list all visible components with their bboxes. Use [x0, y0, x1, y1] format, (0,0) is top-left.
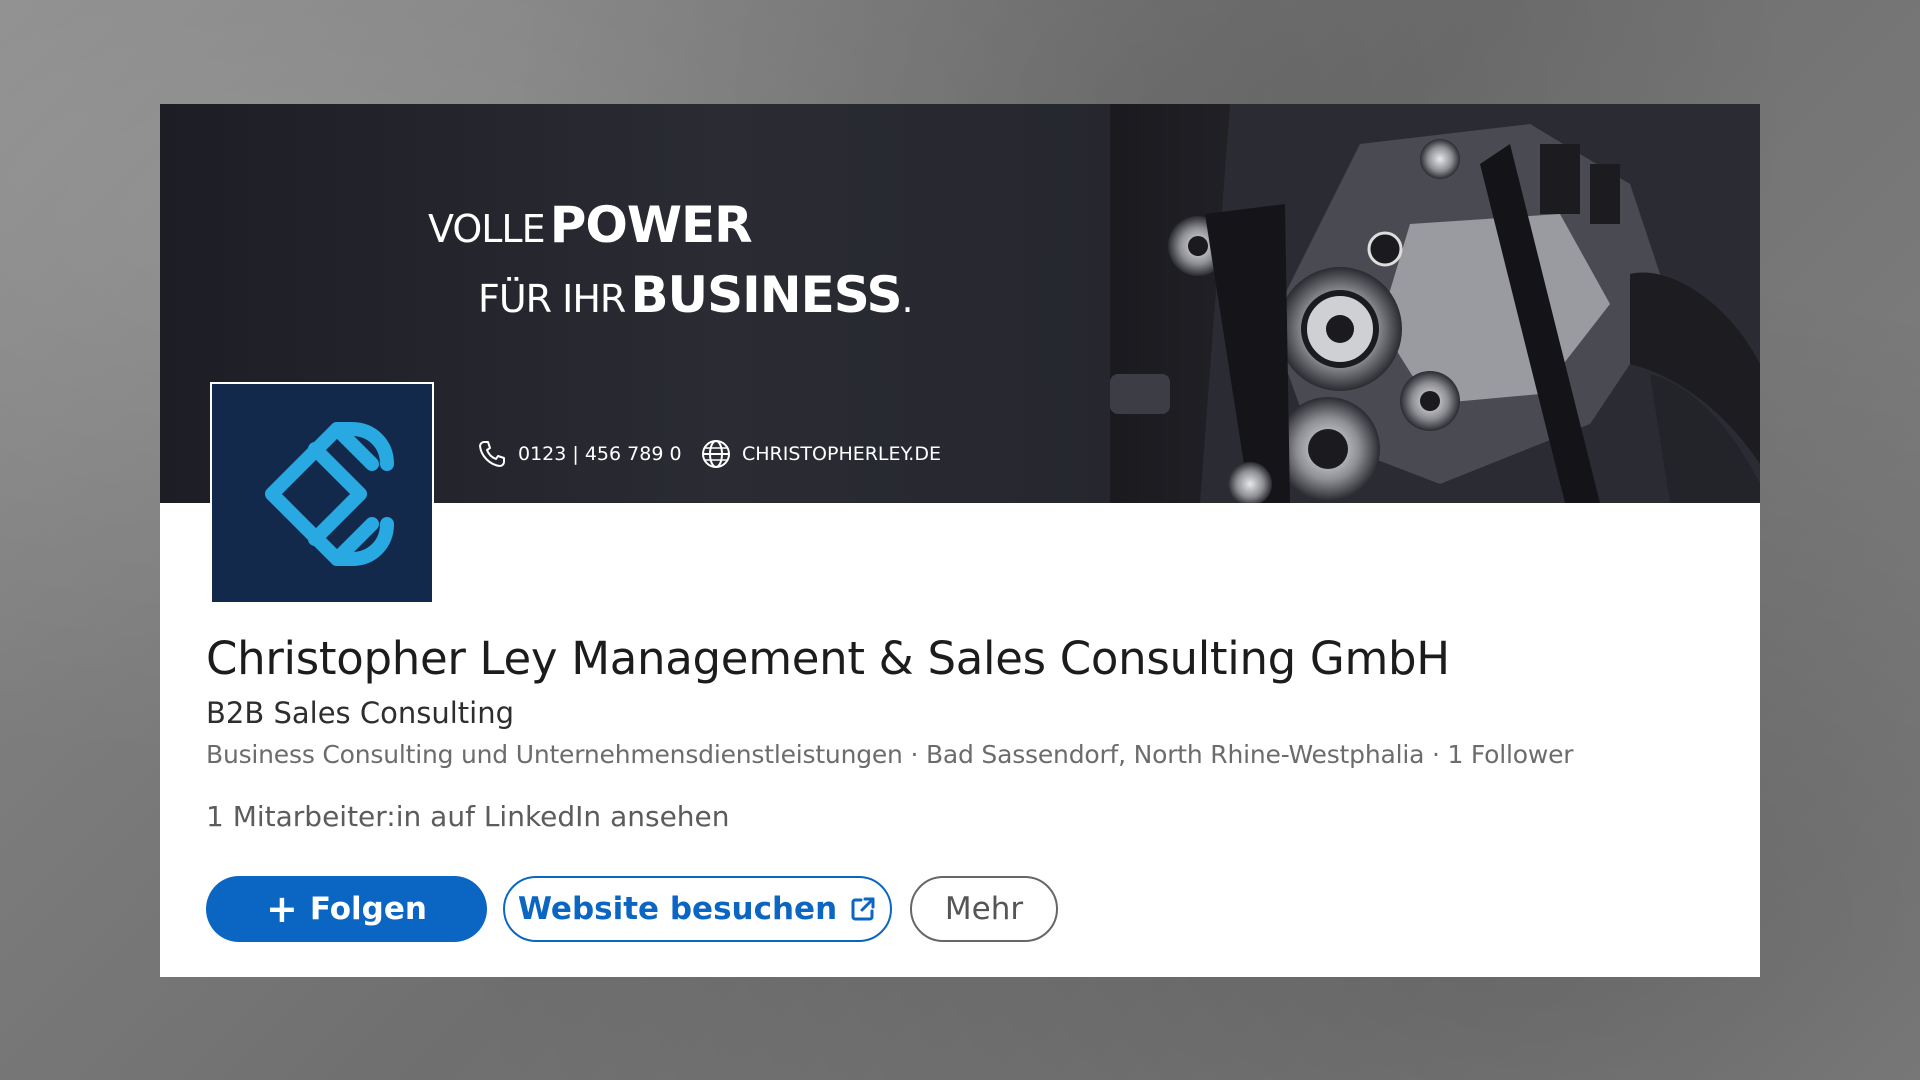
company-tagline: B2B Sales Consulting: [206, 696, 514, 730]
company-name: Christopher Ley Management & Sales Consu…: [206, 632, 1450, 685]
company-logo[interactable]: [210, 382, 434, 604]
banner-website: CHRISTOPHERLEY.DE: [700, 438, 941, 470]
company-profile-card: VOLLE POWER FÜR IHR BUSINESS. 0123 | 456…: [160, 104, 1760, 977]
engine-image: [1110, 104, 1760, 503]
plus-icon: +: [266, 887, 298, 931]
banner-slogan-line2: FÜR IHR BUSINESS.: [478, 266, 914, 324]
visit-website-button[interactable]: Website besuchen: [503, 876, 892, 942]
external-link-icon: [851, 897, 875, 921]
banner-phone: 0123 | 456 789 0: [476, 438, 682, 470]
follow-button[interactable]: + Folgen: [206, 876, 487, 942]
website-domain: CHRISTOPHERLEY.DE: [742, 443, 941, 465]
globe-icon: [702, 440, 730, 468]
more-button[interactable]: Mehr: [910, 876, 1058, 942]
phone-icon: [479, 441, 505, 467]
follow-label: Folgen: [309, 891, 427, 927]
website-label: Website besuchen: [517, 891, 838, 927]
company-logo-mark: [265, 422, 394, 566]
employees-link[interactable]: 1 Mitarbeiter:in auf LinkedIn ansehen: [206, 800, 730, 833]
phone-number: 0123 | 456 789 0: [518, 443, 682, 465]
banner-slogan-line1: VOLLE POWER: [428, 196, 753, 254]
company-meta: Business Consulting und Unternehmensdien…: [206, 740, 1574, 769]
